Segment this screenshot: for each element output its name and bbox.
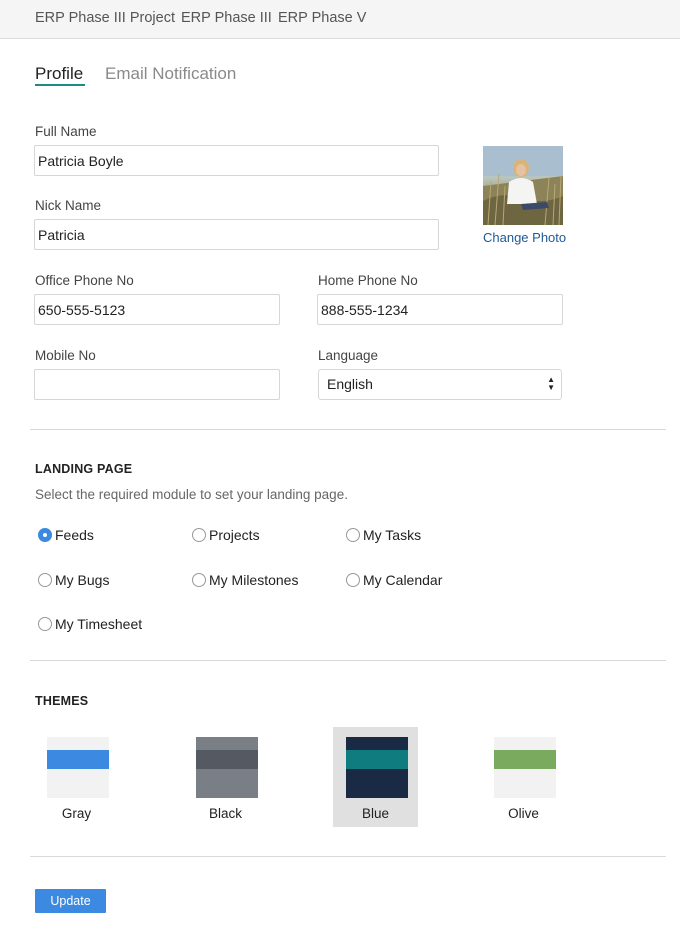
theme-label: Black <box>208 806 242 821</box>
office-phone-input[interactable] <box>34 294 280 325</box>
radio-icon[interactable] <box>192 573 206 587</box>
theme-swatch-band <box>196 750 258 769</box>
theme-label: Blue <box>361 806 390 821</box>
theme-black[interactable]: Black <box>183 727 268 827</box>
tab-profile[interactable]: Profile <box>35 64 83 84</box>
theme-swatch-band <box>346 750 408 769</box>
radio-checked-icon[interactable] <box>38 528 52 542</box>
radio-icon[interactable] <box>38 573 52 587</box>
home-phone-label: Home Phone No <box>318 273 418 288</box>
landing-option-label: My Milestones <box>209 572 299 588</box>
section-divider <box>30 856 666 857</box>
language-select[interactable]: English ▲ ▼ <box>318 369 562 400</box>
theme-swatch <box>196 737 258 798</box>
profile-photo <box>483 146 563 225</box>
radio-icon[interactable] <box>346 573 360 587</box>
theme-gray[interactable]: Gray <box>34 727 119 827</box>
section-divider <box>30 660 666 661</box>
landing-option-label: Feeds <box>55 527 94 543</box>
radio-icon[interactable] <box>38 617 52 631</box>
landing-option-my-tasks[interactable]: My Tasks <box>346 527 421 543</box>
landing-option-label: My Tasks <box>363 527 422 543</box>
office-phone-label: Office Phone No <box>35 273 134 288</box>
radio-icon[interactable] <box>346 528 360 542</box>
theme-blue[interactable]: Blue <box>333 727 418 827</box>
profile-photo-image <box>483 146 563 225</box>
theme-swatch-band <box>47 750 109 769</box>
tab-active-indicator <box>35 84 85 86</box>
section-divider <box>30 429 666 430</box>
nick-name-input[interactable] <box>34 219 439 250</box>
radio-icon[interactable] <box>192 528 206 542</box>
update-button[interactable]: Update <box>35 889 106 913</box>
landing-option-label: My Timesheet <box>55 616 143 632</box>
landing-option-feeds[interactable]: Feeds <box>38 527 94 543</box>
landing-option-projects[interactable]: Projects <box>192 527 260 543</box>
breadcrumb: ERP Phase III Project ERP Phase III ERP … <box>0 0 680 39</box>
tab-email-notification[interactable]: Email Notification <box>105 64 236 84</box>
home-phone-input[interactable] <box>317 294 563 325</box>
landing-page-title: LANDING PAGE <box>35 462 133 476</box>
change-photo-link[interactable]: Change Photo <box>483 230 566 245</box>
theme-swatch <box>346 737 408 798</box>
landing-option-my-timesheet[interactable]: My Timesheet <box>38 616 142 632</box>
nick-name-label: Nick Name <box>35 198 102 213</box>
landing-option-my-milestones[interactable]: My Milestones <box>192 572 298 588</box>
themes-title: THEMES <box>35 694 89 708</box>
mobile-input[interactable] <box>34 369 280 400</box>
full-name-input[interactable] <box>34 145 439 176</box>
landing-option-my-calendar[interactable]: My Calendar <box>346 572 442 588</box>
mobile-label: Mobile No <box>35 348 96 363</box>
landing-option-label: My Bugs <box>55 572 110 588</box>
breadcrumb-item-project[interactable]: ERP Phase III Project <box>35 10 175 26</box>
landing-option-my-bugs[interactable]: My Bugs <box>38 572 109 588</box>
theme-olive[interactable]: Olive <box>481 727 566 827</box>
theme-swatch-band <box>494 750 556 769</box>
theme-swatch <box>47 737 109 798</box>
landing-page-helper: Select the required module to set your l… <box>35 487 348 502</box>
theme-label: Gray <box>61 806 92 821</box>
theme-swatch <box>494 737 556 798</box>
language-label: Language <box>318 348 379 363</box>
landing-option-label: Projects <box>209 527 260 543</box>
select-arrows-icon: ▲ ▼ <box>547 375 555 392</box>
language-select-value: English <box>327 376 373 392</box>
breadcrumb-item-phase-iii[interactable]: ERP Phase III <box>181 10 272 26</box>
breadcrumb-item-phase-v[interactable]: ERP Phase V <box>278 10 366 26</box>
full-name-label: Full Name <box>35 124 97 139</box>
landing-option-label: My Calendar <box>363 572 443 588</box>
theme-label: Olive <box>508 806 539 821</box>
